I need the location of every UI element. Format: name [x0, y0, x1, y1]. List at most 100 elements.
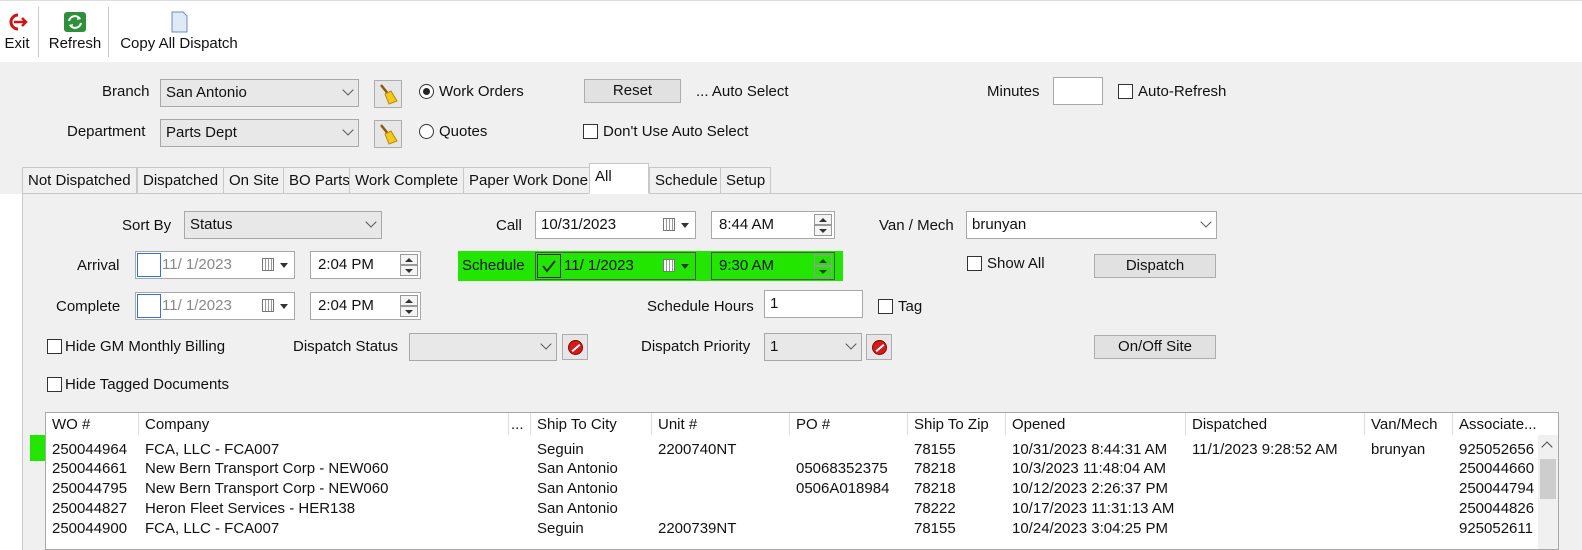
table-row[interactable]: 250044661 New Bern Transport Corp - NEW06… [46, 459, 1538, 479]
table-cell: Heron Fleet Services - HER138 [145, 500, 356, 517]
reset-button[interactable]: Reset [584, 79, 681, 103]
table-cell: 10/3/2023 11:48:04 AM [1012, 460, 1167, 477]
column-header-po[interactable]: PO # [790, 413, 908, 435]
call-time-value: 8:44 AM [719, 216, 775, 233]
table-row[interactable]: 250044795 New Bern Transport Corp - NEW06… [46, 479, 1538, 499]
hide-tagged-documents-checkbox[interactable] [47, 377, 62, 392]
dropdown-arrow-icon [280, 304, 288, 309]
chevron-down-icon [1200, 216, 1212, 228]
column-header-associated[interactable]: Associate... [1453, 413, 1558, 435]
auto-select-link[interactable]: ... Auto Select [696, 83, 789, 100]
table-cell: 10/12/2023 2:26:37 PM [1012, 480, 1168, 497]
table-row-selected[interactable]: 250044964 FCA, LLC - FCA007 Seguin 2200740N… [46, 440, 1538, 460]
auto-refresh-checkbox[interactable] [1118, 84, 1133, 99]
table-cell [1186, 459, 1365, 479]
tab-not-dispatched[interactable]: Not Dispatched [22, 167, 137, 193]
schedule-time-input[interactable]: 9:30 AM [711, 252, 835, 280]
no-entry-icon [872, 340, 887, 355]
column-header-ship-to-zip[interactable]: Ship To Zip [908, 413, 1006, 435]
minutes-input[interactable] [1053, 77, 1103, 105]
vertical-scrollbar[interactable] [1538, 435, 1558, 549]
show-all-label: Show All [987, 255, 1045, 272]
spin-up-icon[interactable] [400, 254, 418, 265]
schedule-hours-input[interactable]: 1 [764, 290, 863, 318]
sort-by-select[interactable]: Status [184, 211, 382, 239]
tab-paper-work-done[interactable]: Paper Work Done [463, 167, 594, 193]
dispatch-status-label: Dispatch Status [293, 338, 399, 355]
table-row[interactable]: 250044827 Heron Fleet Services - HER138 Sa… [46, 499, 1538, 519]
spin-down-icon[interactable] [400, 306, 418, 317]
dispatch-grid[interactable]: WO # Company ... Ship To City Unit # PO … [45, 412, 1559, 550]
tab-work-complete[interactable]: Work Complete [349, 167, 465, 193]
refresh-button[interactable]: Refresh [46, 9, 104, 52]
arrival-date-picker[interactable]: 11/ 1/2023 [135, 251, 295, 279]
table-cell [652, 499, 790, 519]
dont-use-auto-select-checkbox[interactable] [583, 124, 598, 139]
column-header-opened[interactable]: Opened [1006, 413, 1186, 435]
tab-dispatched[interactable]: Dispatched [137, 167, 225, 193]
column-header-wo[interactable]: WO # [46, 413, 139, 435]
table-cell: San Antonio [537, 460, 618, 477]
dispatch-priority-label: Dispatch Priority [641, 338, 751, 355]
column-header-dispatched[interactable]: Dispatched [1186, 413, 1365, 435]
sort-by-label: Sort By [122, 217, 172, 234]
call-date-picker[interactable]: 10/31/2023 [535, 211, 696, 239]
tab-setup[interactable]: Setup [720, 167, 772, 193]
tag-checkbox[interactable] [878, 299, 893, 314]
complete-date-picker[interactable]: 11/ 1/2023 [135, 292, 295, 320]
document-icon [171, 11, 188, 33]
quotes-radio[interactable] [419, 124, 434, 139]
arrival-enable-checkbox[interactable] [137, 253, 161, 277]
spin-down-icon[interactable] [814, 225, 832, 236]
table-cell [509, 479, 531, 499]
department-select[interactable]: Parts Dept [160, 119, 359, 147]
dispatch-status-select[interactable] [409, 333, 557, 361]
exit-icon [9, 13, 28, 31]
scrollbar-thumb[interactable] [1540, 459, 1556, 499]
chevron-down-icon [342, 124, 354, 136]
dispatch-priority-select[interactable]: 1 [764, 333, 862, 361]
spin-down-icon[interactable] [814, 266, 832, 277]
spin-up-icon[interactable] [814, 214, 832, 225]
schedule-enable-checkbox[interactable] [537, 254, 561, 278]
column-header-unit[interactable]: Unit # [652, 413, 790, 435]
tab-bo-parts[interactable]: BO Parts [283, 167, 356, 193]
chevron-up-icon[interactable] [1541, 441, 1553, 453]
spin-up-icon[interactable] [400, 295, 418, 306]
table-row[interactable]: 250044900 FCA, LLC - FCA007 Seguin 2200739N… [46, 519, 1538, 539]
table-cell: 10/31/2023 8:44:31 AM [1012, 441, 1168, 458]
table-cell: 10/17/2023 11:31:13 AM [1012, 500, 1175, 517]
schedule-date-picker[interactable]: 11/ 1/2023 [535, 252, 696, 280]
copy-all-dispatch-button[interactable]: Copy All Dispatch [116, 9, 242, 52]
dispatch-status-clear-button[interactable] [562, 334, 588, 360]
complete-time-input[interactable]: 2:04 PM [310, 292, 421, 320]
branch-clear-button[interactable] [374, 80, 402, 108]
arrival-time-input[interactable]: 2:04 PM [310, 251, 421, 279]
copy-all-dispatch-label: Copy All Dispatch [120, 35, 238, 52]
hide-gm-monthly-billing-checkbox[interactable] [47, 339, 62, 354]
van-mech-select[interactable]: brunyan [966, 211, 1217, 239]
table-cell [790, 519, 908, 539]
exit-button[interactable]: Exit [2, 9, 32, 52]
work-orders-radio[interactable] [419, 84, 434, 99]
branch-select[interactable]: San Antonio [160, 79, 359, 107]
tab-schedule[interactable]: Schedule [649, 167, 724, 193]
spin-up-icon[interactable] [814, 255, 832, 266]
department-clear-button[interactable] [374, 120, 402, 148]
chevron-down-icon [342, 84, 354, 96]
tab-on-site[interactable]: On Site [223, 167, 286, 193]
on-off-site-button[interactable]: On/Off Site [1094, 335, 1216, 359]
show-all-checkbox[interactable] [967, 256, 982, 271]
dispatch-priority-clear-button[interactable] [866, 334, 892, 360]
complete-enable-checkbox[interactable] [137, 294, 161, 318]
column-header-company[interactable]: Company [139, 413, 509, 435]
tab-all[interactable]: All [589, 163, 649, 194]
column-header-ship-to-city[interactable]: Ship To City [531, 413, 652, 435]
column-header-more[interactable]: ... [509, 413, 531, 435]
dispatch-button[interactable]: Dispatch [1094, 254, 1216, 278]
call-time-input[interactable]: 8:44 AM [711, 211, 835, 239]
column-header-van-mech[interactable]: Van/Mech [1365, 413, 1453, 435]
table-cell: 2200739NT [658, 520, 737, 537]
table-cell: 05068352375 [796, 460, 888, 477]
spin-down-icon[interactable] [400, 265, 418, 276]
